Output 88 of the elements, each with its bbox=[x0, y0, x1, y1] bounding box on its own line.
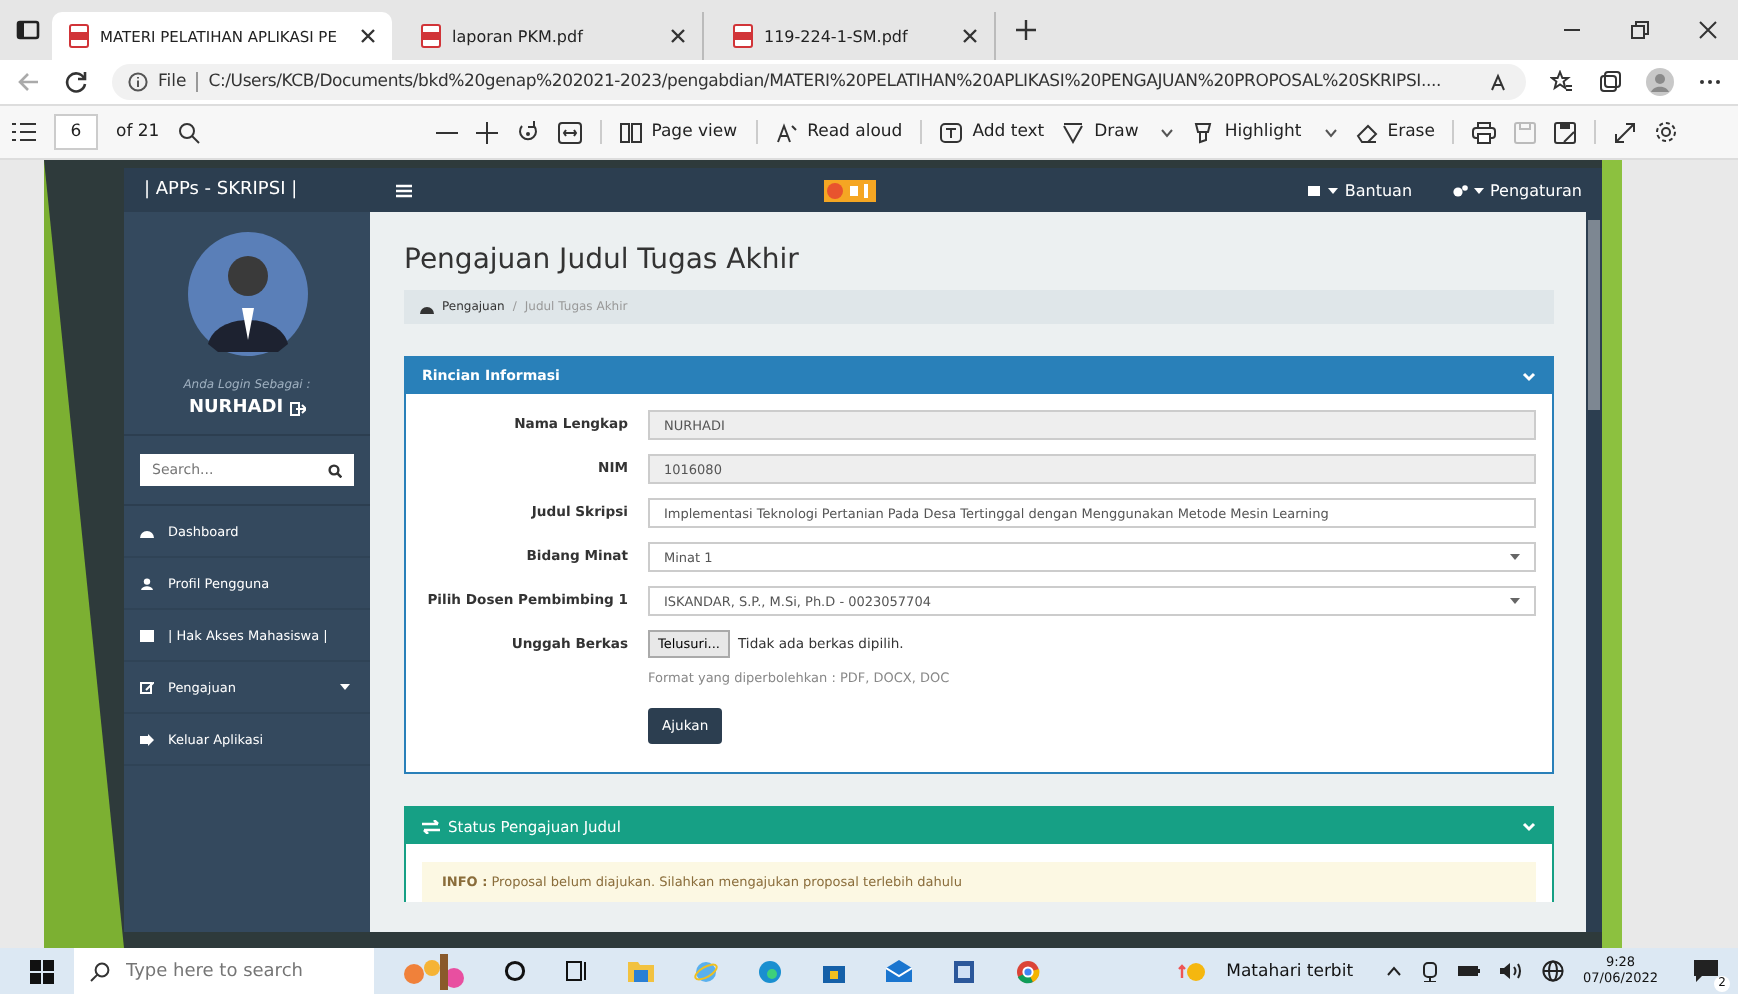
logout-icon bbox=[289, 401, 306, 415]
fit-page-icon[interactable] bbox=[557, 121, 582, 143]
tool-icon bbox=[1192, 121, 1215, 143]
chevron-down-icon[interactable] bbox=[1522, 371, 1536, 381]
pen-device-icon[interactable] bbox=[1421, 961, 1438, 981]
toolbar-button[interactable]: Draw bbox=[1062, 121, 1175, 143]
globe-icon[interactable] bbox=[1541, 960, 1564, 982]
address-bar[interactable]: File C:/Users/KCB/Documents/bkd%20genap%202021-2023/pengabdian/MATERI%20PELATIHAN%20APLIKASI%20PENGAJUAN%20PROPOSAL%20SKRIPSI.... bbox=[112, 64, 1526, 100]
user-name[interactable]: NURHADI bbox=[188, 398, 306, 418]
caret-icon bbox=[340, 684, 350, 690]
zoom-in-icon[interactable] bbox=[475, 121, 498, 143]
taskbar-search-field[interactable]: Type here to search bbox=[74, 948, 374, 994]
caret-icon bbox=[1328, 187, 1339, 193]
print-icon[interactable] bbox=[1472, 121, 1497, 143]
caret-icon bbox=[1323, 127, 1338, 137]
toolbar-button[interactable]: Erase bbox=[1355, 121, 1435, 143]
close-icon[interactable] bbox=[1698, 20, 1718, 40]
save-as-icon[interactable] bbox=[1554, 121, 1577, 143]
scrollbar[interactable] bbox=[1586, 212, 1602, 932]
file-scheme-label: File bbox=[158, 72, 187, 92]
toolbar-button[interactable]: Add text bbox=[940, 121, 1045, 143]
menu-item-icon bbox=[140, 733, 154, 745]
menu-item-icon bbox=[140, 577, 154, 589]
task-view-icon[interactable] bbox=[566, 960, 588, 982]
page-count: of 21 bbox=[116, 122, 160, 142]
menu-item-icon bbox=[140, 525, 154, 537]
folder-icon[interactable] bbox=[628, 960, 654, 982]
contents-icon[interactable] bbox=[12, 122, 36, 142]
toolbar-button[interactable]: Highlight bbox=[1192, 121, 1338, 143]
avatar-silhouette bbox=[187, 232, 307, 356]
app-brand[interactable]: | APPs - SKRIPSI | bbox=[144, 180, 376, 200]
toolbar-button[interactable]: Read aloud bbox=[775, 121, 903, 143]
pdf-file-icon bbox=[420, 24, 442, 48]
exchange-icon bbox=[422, 819, 440, 833]
tool-icon bbox=[940, 121, 963, 143]
volume-icon[interactable] bbox=[1499, 962, 1522, 980]
read-aloud-icon[interactable] bbox=[1488, 71, 1510, 93]
weather-sun-icon[interactable] bbox=[1178, 961, 1207, 981]
close-icon[interactable] bbox=[670, 28, 686, 44]
tab-actions-icon[interactable] bbox=[16, 18, 40, 42]
url-text: C:/Users/KCB/Documents/bkd%20genap%202021-2023/pengabdian/MATERI%20PELATIHAN%20APLIKASI%20PENGAJUAN%20PROPOSAL%20SKRIPSI.... bbox=[208, 72, 1443, 92]
caret-icon bbox=[1160, 127, 1175, 137]
document-app-icon[interactable] bbox=[952, 959, 976, 983]
restore-icon[interactable] bbox=[1630, 20, 1650, 40]
caret-icon bbox=[1510, 598, 1520, 604]
info-icon bbox=[128, 72, 148, 92]
weather-text[interactable]: Matahari terbit bbox=[1226, 961, 1354, 981]
mail-icon[interactable] bbox=[886, 960, 912, 982]
profile-avatar-icon[interactable] bbox=[1646, 68, 1674, 96]
toolbar-button[interactable]: Page view bbox=[619, 121, 738, 143]
chrome-browser-icon[interactable] bbox=[1016, 959, 1040, 983]
refresh-icon[interactable] bbox=[64, 70, 88, 94]
caret-icon bbox=[1510, 554, 1520, 560]
collections-icon[interactable] bbox=[1598, 70, 1622, 94]
tool-icon bbox=[775, 121, 798, 143]
search-icon[interactable] bbox=[177, 121, 200, 143]
speech-bubble-icon bbox=[1694, 960, 1718, 982]
search-icon bbox=[90, 961, 110, 981]
pdf-file-icon bbox=[732, 24, 754, 48]
tool-icon bbox=[1355, 121, 1378, 143]
nav-menu[interactable]: Pengaturan bbox=[1452, 181, 1582, 199]
cortana-circle-icon[interactable] bbox=[504, 960, 526, 982]
menu-icon[interactable] bbox=[396, 183, 412, 197]
nav-menu[interactable]: Bantuan bbox=[1306, 181, 1413, 199]
more-icon[interactable] bbox=[1698, 78, 1722, 86]
rotate-icon[interactable] bbox=[515, 120, 540, 144]
new-tab-icon[interactable] bbox=[1016, 20, 1036, 40]
caret-icon bbox=[1474, 187, 1485, 193]
recorder-toolbar-icon bbox=[823, 179, 876, 201]
edge-browser-icon[interactable] bbox=[758, 959, 782, 983]
chevron-up-icon[interactable] bbox=[1385, 966, 1402, 976]
windows-start-icon[interactable] bbox=[30, 959, 54, 983]
battery-icon[interactable] bbox=[1457, 964, 1480, 978]
close-icon[interactable] bbox=[360, 28, 376, 44]
pdf-file-icon bbox=[68, 24, 90, 48]
home-icon bbox=[420, 301, 434, 313]
settings-icon[interactable] bbox=[1654, 120, 1679, 144]
fullscreen-icon[interactable] bbox=[1614, 121, 1637, 143]
menu-item-icon bbox=[140, 681, 154, 693]
tool-icon bbox=[619, 121, 642, 143]
page-title: Pengajuan Judul Tugas Akhir bbox=[404, 244, 801, 276]
star-list-icon[interactable] bbox=[1550, 70, 1574, 94]
chevron-down-icon[interactable] bbox=[1522, 821, 1536, 831]
tool-icon bbox=[1062, 121, 1085, 143]
page-number-field[interactable]: 6 bbox=[54, 114, 98, 150]
close-icon[interactable] bbox=[962, 28, 978, 44]
search-icon bbox=[328, 463, 342, 477]
menu-item-icon bbox=[140, 629, 154, 641]
